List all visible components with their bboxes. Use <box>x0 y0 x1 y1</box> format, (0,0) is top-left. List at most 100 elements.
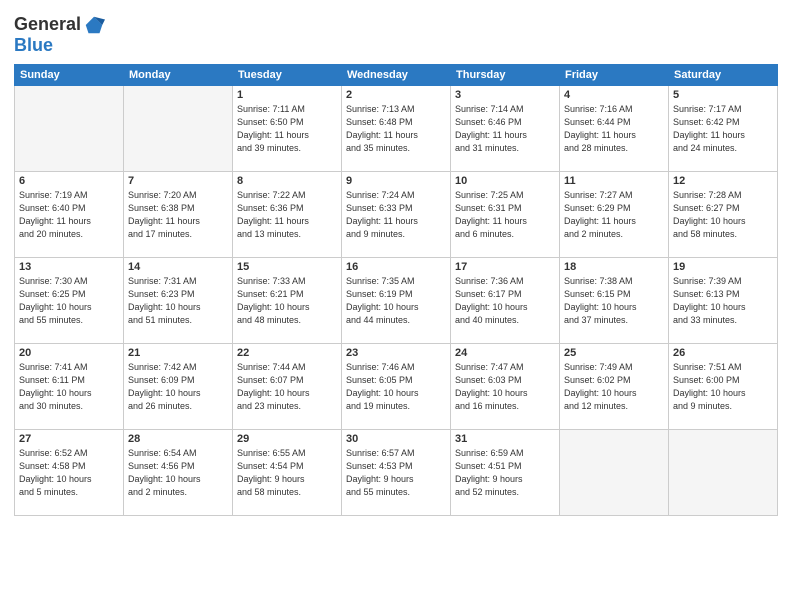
calendar-cell: 2 Sunrise: 7:13 AM Sunset: 6:48 PM Daylig… <box>342 85 451 171</box>
calendar-cell: 28 Sunrise: 6:54 AM Sunset: 4:56 PM Dayli… <box>124 429 233 515</box>
day-number: 1 <box>237 89 337 101</box>
calendar-cell: 30 Sunrise: 6:57 AM Sunset: 4:53 PM Dayli… <box>342 429 451 515</box>
calendar-cell <box>560 429 669 515</box>
calendar-cell: 6 Sunrise: 7:19 AM Sunset: 6:40 PM Daylig… <box>15 171 124 257</box>
day-number: 25 <box>564 347 664 359</box>
logo-blue: Blue <box>14 36 105 56</box>
day-number: 13 <box>19 261 119 273</box>
calendar-table: SundayMondayTuesdayWednesdayThursdayFrid… <box>14 64 778 516</box>
cell-content: Sunrise: 7:14 AM Sunset: 6:46 PM Dayligh… <box>455 103 555 155</box>
calendar-cell: 17 Sunrise: 7:36 AM Sunset: 6:17 PM Dayli… <box>451 257 560 343</box>
weekday-header: Saturday <box>669 64 778 85</box>
calendar-body: 1 Sunrise: 7:11 AM Sunset: 6:50 PM Daylig… <box>15 85 778 515</box>
cell-content: Sunrise: 7:28 AM Sunset: 6:27 PM Dayligh… <box>673 189 773 241</box>
day-number: 19 <box>673 261 773 273</box>
day-number: 12 <box>673 175 773 187</box>
day-number: 9 <box>346 175 446 187</box>
day-number: 3 <box>455 89 555 101</box>
calendar-cell: 24Sunrise: 7:47 AM Sunset: 6:03 PM Dayli… <box>451 343 560 429</box>
cell-content: Sunrise: 7:35 AM Sunset: 6:19 PM Dayligh… <box>346 275 446 327</box>
header: General Blue <box>14 10 778 56</box>
day-number: 30 <box>346 433 446 445</box>
weekday-header: Tuesday <box>233 64 342 85</box>
weekday-header: Thursday <box>451 64 560 85</box>
cell-content: Sunrise: 7:24 AM Sunset: 6:33 PM Dayligh… <box>346 189 446 241</box>
cell-content: Sunrise: 7:44 AM Sunset: 6:07 PM Dayligh… <box>237 361 337 413</box>
cell-content: Sunrise: 7:11 AM Sunset: 6:50 PM Dayligh… <box>237 103 337 155</box>
cell-content: Sunrise: 7:31 AM Sunset: 6:23 PM Dayligh… <box>128 275 228 327</box>
cell-content: Sunrise: 7:33 AM Sunset: 6:21 PM Dayligh… <box>237 275 337 327</box>
logo-text: General <box>14 14 105 36</box>
cell-content: Sunrise: 6:54 AM Sunset: 4:56 PM Dayligh… <box>128 447 228 499</box>
logo-icon <box>83 14 105 36</box>
cell-content: Sunrise: 7:25 AM Sunset: 6:31 PM Dayligh… <box>455 189 555 241</box>
cell-content: Sunrise: 7:19 AM Sunset: 6:40 PM Dayligh… <box>19 189 119 241</box>
day-number: 22 <box>237 347 337 359</box>
weekday-header: Friday <box>560 64 669 85</box>
cell-content: Sunrise: 7:30 AM Sunset: 6:25 PM Dayligh… <box>19 275 119 327</box>
calendar-cell <box>124 85 233 171</box>
weekday-header: Wednesday <box>342 64 451 85</box>
cell-content: Sunrise: 7:42 AM Sunset: 6:09 PM Dayligh… <box>128 361 228 413</box>
calendar-cell: 27Sunrise: 6:52 AM Sunset: 4:58 PM Dayli… <box>15 429 124 515</box>
calendar-cell <box>15 85 124 171</box>
day-number: 8 <box>237 175 337 187</box>
calendar-cell: 25Sunrise: 7:49 AM Sunset: 6:02 PM Dayli… <box>560 343 669 429</box>
day-number: 7 <box>128 175 228 187</box>
cell-content: Sunrise: 7:17 AM Sunset: 6:42 PM Dayligh… <box>673 103 773 155</box>
day-number: 21 <box>128 347 228 359</box>
day-number: 18 <box>564 261 664 273</box>
calendar-cell: 1 Sunrise: 7:11 AM Sunset: 6:50 PM Daylig… <box>233 85 342 171</box>
weekday-header: Monday <box>124 64 233 85</box>
calendar-cell: 16 Sunrise: 7:35 AM Sunset: 6:19 PM Dayli… <box>342 257 451 343</box>
day-number: 6 <box>19 175 119 187</box>
day-number: 2 <box>346 89 446 101</box>
cell-content: Sunrise: 6:52 AM Sunset: 4:58 PM Dayligh… <box>19 447 119 499</box>
cell-content: Sunrise: 7:13 AM Sunset: 6:48 PM Dayligh… <box>346 103 446 155</box>
calendar-cell: 13 Sunrise: 7:30 AM Sunset: 6:25 PM Dayli… <box>15 257 124 343</box>
cell-content: Sunrise: 7:22 AM Sunset: 6:36 PM Dayligh… <box>237 189 337 241</box>
calendar-row: 27Sunrise: 6:52 AM Sunset: 4:58 PM Dayli… <box>15 429 778 515</box>
cell-content: Sunrise: 7:20 AM Sunset: 6:38 PM Dayligh… <box>128 189 228 241</box>
logo: General Blue <box>14 14 105 56</box>
cell-content: Sunrise: 7:39 AM Sunset: 6:13 PM Dayligh… <box>673 275 773 327</box>
cell-content: Sunrise: 6:59 AM Sunset: 4:51 PM Dayligh… <box>455 447 555 499</box>
day-number: 28 <box>128 433 228 445</box>
cell-content: Sunrise: 7:38 AM Sunset: 6:15 PM Dayligh… <box>564 275 664 327</box>
day-number: 17 <box>455 261 555 273</box>
day-number: 20 <box>19 347 119 359</box>
day-number: 14 <box>128 261 228 273</box>
day-number: 31 <box>455 433 555 445</box>
day-number: 11 <box>564 175 664 187</box>
calendar-row: 20 Sunrise: 7:41 AM Sunset: 6:11 PM Dayli… <box>15 343 778 429</box>
weekday-header: Sunday <box>15 64 124 85</box>
calendar-header-row: SundayMondayTuesdayWednesdayThursdayFrid… <box>15 64 778 85</box>
calendar-cell: 8 Sunrise: 7:22 AM Sunset: 6:36 PM Daylig… <box>233 171 342 257</box>
cell-content: Sunrise: 7:36 AM Sunset: 6:17 PM Dayligh… <box>455 275 555 327</box>
cell-content: Sunrise: 7:47 AM Sunset: 6:03 PM Dayligh… <box>455 361 555 413</box>
cell-content: Sunrise: 6:57 AM Sunset: 4:53 PM Dayligh… <box>346 447 446 499</box>
day-number: 5 <box>673 89 773 101</box>
day-number: 16 <box>346 261 446 273</box>
cell-content: Sunrise: 7:41 AM Sunset: 6:11 PM Dayligh… <box>19 361 119 413</box>
calendar-cell: 14 Sunrise: 7:31 AM Sunset: 6:23 PM Dayli… <box>124 257 233 343</box>
calendar-cell: 29Sunrise: 6:55 AM Sunset: 4:54 PM Dayli… <box>233 429 342 515</box>
calendar-cell: 12 Sunrise: 7:28 AM Sunset: 6:27 PM Dayli… <box>669 171 778 257</box>
calendar-cell: 19 Sunrise: 7:39 AM Sunset: 6:13 PM Dayli… <box>669 257 778 343</box>
cell-content: Sunrise: 7:27 AM Sunset: 6:29 PM Dayligh… <box>564 189 664 241</box>
cell-content: Sunrise: 7:16 AM Sunset: 6:44 PM Dayligh… <box>564 103 664 155</box>
cell-content: Sunrise: 7:51 AM Sunset: 6:00 PM Dayligh… <box>673 361 773 413</box>
calendar-cell: 15 Sunrise: 7:33 AM Sunset: 6:21 PM Dayli… <box>233 257 342 343</box>
day-number: 15 <box>237 261 337 273</box>
day-number: 23 <box>346 347 446 359</box>
calendar-cell: 31 Sunrise: 6:59 AM Sunset: 4:51 PM Dayli… <box>451 429 560 515</box>
calendar-cell: 26Sunrise: 7:51 AM Sunset: 6:00 PM Dayli… <box>669 343 778 429</box>
calendar-cell <box>669 429 778 515</box>
calendar-cell: 18 Sunrise: 7:38 AM Sunset: 6:15 PM Dayli… <box>560 257 669 343</box>
day-number: 4 <box>564 89 664 101</box>
calendar-row: 1 Sunrise: 7:11 AM Sunset: 6:50 PM Daylig… <box>15 85 778 171</box>
calendar-cell: 23Sunrise: 7:46 AM Sunset: 6:05 PM Dayli… <box>342 343 451 429</box>
day-number: 10 <box>455 175 555 187</box>
calendar-cell: 11 Sunrise: 7:27 AM Sunset: 6:29 PM Dayli… <box>560 171 669 257</box>
calendar-cell: 5 Sunrise: 7:17 AM Sunset: 6:42 PM Daylig… <box>669 85 778 171</box>
